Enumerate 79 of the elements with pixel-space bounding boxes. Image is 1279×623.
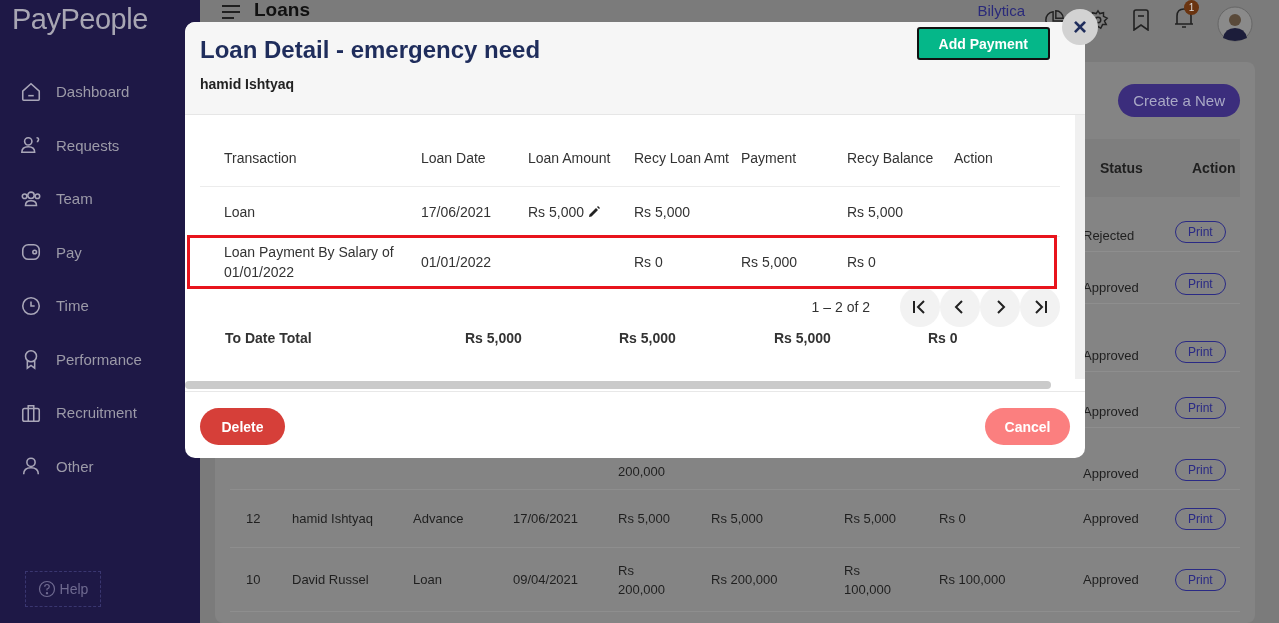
table-cell-text: Loan xyxy=(224,202,256,222)
table-cell-text: Rs 5,000 xyxy=(528,202,585,222)
table-cell-text: Rs 5,000 xyxy=(847,202,904,222)
dialog-title: Loan Detail - emergency need xyxy=(200,36,541,64)
bookmark-icon[interactable] xyxy=(1131,9,1151,31)
table-cell-text: Rs 5,000 xyxy=(741,252,798,272)
table-cell-text: Rs 5,000 xyxy=(618,510,671,528)
horizontal-scrollbar[interactable] xyxy=(185,381,1051,389)
total-value: Rs 5,000 xyxy=(619,330,676,346)
table-cell-text: Rs 100,000 xyxy=(844,561,892,599)
nav-item[interactable]: Dashboard xyxy=(0,65,200,119)
table-cell-text: Rs 0 xyxy=(634,252,663,272)
help-button[interactable]: Help xyxy=(25,571,101,607)
status-text: Approved xyxy=(1083,404,1139,419)
add-payment-button[interactable]: Add Payment xyxy=(916,27,1050,60)
status-text: Approved xyxy=(1083,348,1139,363)
nav-item[interactable]: Recruitment xyxy=(0,386,200,440)
table-cell-text: 01/01/2022 xyxy=(421,252,492,272)
column-header: Payment xyxy=(741,150,798,166)
nav-item[interactable]: Team xyxy=(0,172,200,226)
totals-label: To Date Total xyxy=(225,330,313,346)
table-cell: Rs 0 xyxy=(939,511,966,526)
table-cell: 17/06/2021 xyxy=(513,511,579,526)
cancel-button[interactable]: Cancel xyxy=(985,408,1070,445)
status-text: Approved xyxy=(1083,511,1139,526)
nav-item[interactable]: Time xyxy=(0,279,200,333)
notification-badge: 1 xyxy=(1184,0,1199,15)
column-header: Loan Amount xyxy=(528,150,612,166)
column-header: Loan Date xyxy=(421,150,487,166)
nav-item[interactable]: Pay xyxy=(0,225,200,279)
page-title: Loans xyxy=(254,0,310,20)
pagination-range: 1 – 2 of 2 xyxy=(811,299,870,315)
column-header: Action xyxy=(954,150,994,166)
table-cell: Rs 5,000 xyxy=(711,511,764,526)
status-text: Approved xyxy=(1083,280,1139,295)
clock-icon xyxy=(20,294,42,317)
column-header: Transaction xyxy=(223,150,298,166)
table-cell: hamid Ishtyaq xyxy=(292,511,373,526)
first-page-icon[interactable] xyxy=(900,287,940,327)
table-cell-text: Rs 5,000 xyxy=(844,510,897,528)
table-cell-text: 200,000 xyxy=(618,463,665,481)
status-text: Approved xyxy=(1083,572,1139,587)
table-cell-text: 17/06/2021 xyxy=(421,202,492,222)
table-cell: 09/04/2021 xyxy=(513,572,579,587)
home-icon xyxy=(20,80,42,103)
create-button[interactable]: Create a New xyxy=(1118,84,1240,117)
nav-item[interactable]: Requests xyxy=(0,118,200,172)
table-cell-text: Rs 0 xyxy=(847,252,876,272)
table-cell: David Russel xyxy=(292,572,369,587)
nav-item[interactable]: Performance xyxy=(0,332,200,386)
table-cell-text: Rs 5,000 xyxy=(634,202,691,222)
delete-button[interactable]: Delete xyxy=(200,408,285,445)
logo: PayPeople xyxy=(11,2,149,37)
total-value: Rs 0 xyxy=(928,330,958,346)
table-cell-text: Rs 200,000 xyxy=(618,561,666,599)
avatar[interactable] xyxy=(1217,6,1253,42)
table-cell: 12 xyxy=(246,511,261,526)
vertical-scrollbar[interactable] xyxy=(1075,115,1085,379)
table-cell: Rs 100,000 xyxy=(939,572,1006,587)
table-cell: Loan xyxy=(413,572,442,587)
column-header: Action xyxy=(1191,160,1236,176)
table-cell: Advance xyxy=(413,511,464,526)
column-header: Recy Loan Amt xyxy=(634,150,730,166)
help-icon xyxy=(37,580,56,598)
table-cell: Rs 200,000 xyxy=(711,572,778,587)
pencil-icon[interactable] xyxy=(588,205,601,218)
status-text: Approved xyxy=(1083,466,1139,481)
column-header: Recy Balance xyxy=(847,150,935,166)
table-cell: 10 xyxy=(246,572,261,587)
close-button[interactable]: × xyxy=(1062,9,1098,45)
nav-item[interactable]: Other xyxy=(0,439,200,493)
total-value: Rs 5,000 xyxy=(774,330,831,346)
menu-icon[interactable] xyxy=(222,5,240,19)
column-header: Status xyxy=(1099,160,1144,176)
total-value: Rs 5,000 xyxy=(465,330,522,346)
table-cell-text: Loan Payment By Salary of 01/01/2022 xyxy=(224,242,395,282)
employee-name: hamid Ishtyaq xyxy=(200,76,296,92)
company-name: Bilytica xyxy=(977,2,1025,20)
last-page-icon[interactable] xyxy=(1020,287,1060,327)
